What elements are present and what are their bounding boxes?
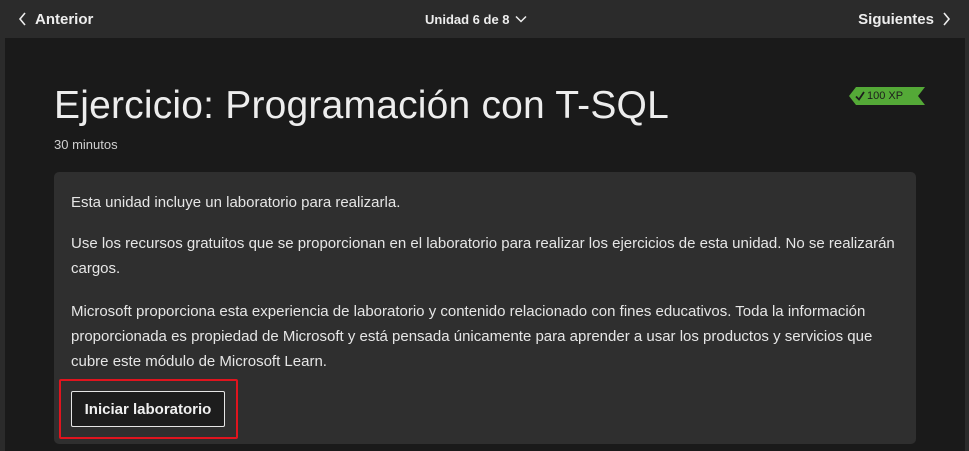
lab-disclaimer: Microsoft proporciona esta experiencia d… [71, 303, 873, 370]
xp-badge: 100 XP [849, 87, 925, 105]
unit-duration: 30 minutos [54, 137, 118, 152]
start-lab-button[interactable]: Iniciar laboratorio [71, 391, 225, 427]
chevron-left-icon [18, 12, 26, 26]
page-title: Ejercicio: Programación con T-SQL [54, 84, 669, 127]
xp-value: 100 XP [867, 90, 904, 102]
checkmark-icon [855, 90, 865, 102]
chevron-down-icon [515, 15, 527, 23]
previous-unit-link[interactable]: Anterior [18, 9, 93, 29]
next-unit-link[interactable]: Siguientes [858, 9, 951, 29]
unit-navigation-bar: Anterior Unidad 6 de 8 Siguientes [0, 0, 969, 38]
next-unit-label: Siguientes [858, 10, 934, 28]
unit-content: Ejercicio: Programación con T-SQL 30 min… [5, 38, 965, 451]
previous-unit-label: Anterior [35, 10, 94, 28]
unit-progress-label: Unidad 6 de 8 [425, 11, 510, 27]
lab-free-resources-note: Use los recursos gratuitos que se propor… [71, 235, 895, 277]
chevron-right-icon [943, 12, 951, 26]
unit-selector-dropdown[interactable]: Unidad 6 de 8 [425, 9, 527, 29]
lab-card: Esta unidad incluye un laboratorio para … [54, 172, 916, 444]
lab-description: Esta unidad incluye un laboratorio para … [71, 194, 401, 211]
